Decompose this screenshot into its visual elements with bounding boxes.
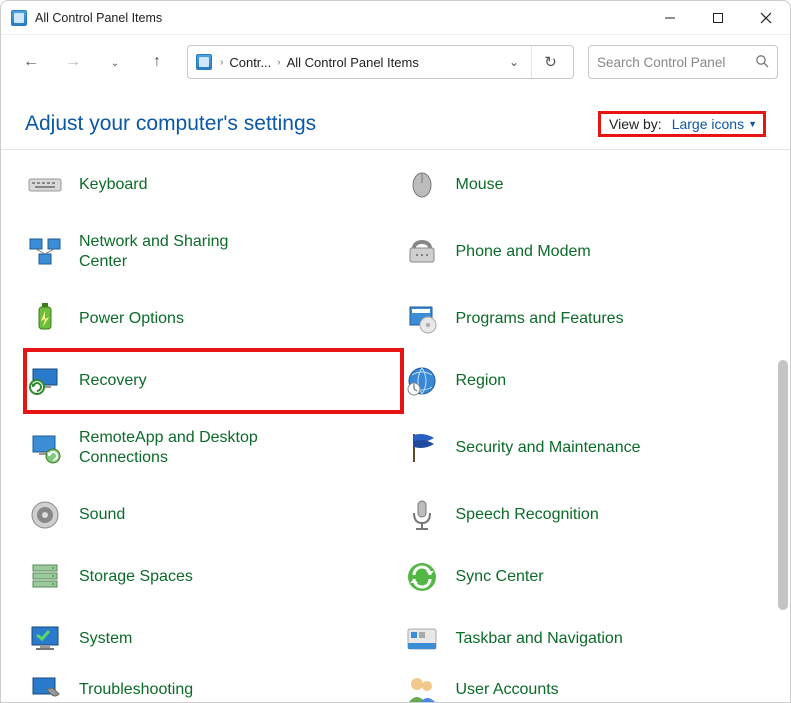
item-taskbar-navigation[interactable]: Taskbar and Navigation <box>402 608 779 670</box>
flag-icon <box>402 428 442 468</box>
close-button[interactable] <box>742 1 790 34</box>
content-area: Keyboard Mouse Network and Sharing Cente… <box>1 149 790 702</box>
programs-icon <box>402 299 442 339</box>
breadcrumb-segment[interactable]: Contr... <box>227 55 273 70</box>
item-label: User Accounts <box>456 680 559 700</box>
sound-icon <box>25 495 65 535</box>
items-grid: Keyboard Mouse Network and Sharing Cente… <box>1 150 790 702</box>
troubleshooting-icon <box>25 670 65 702</box>
remoteapp-icon <box>25 428 65 468</box>
microphone-icon <box>402 495 442 535</box>
item-label: Phone and Modem <box>456 242 591 262</box>
window-controls <box>646 1 790 34</box>
taskbar-icon <box>402 619 442 659</box>
search-input[interactable]: Search Control Panel <box>588 45 778 79</box>
navigation-toolbar: ← → ⌄ ↑ › Contr... › All Control Panel I… <box>1 35 790 89</box>
mouse-icon <box>402 165 442 205</box>
item-storage-spaces[interactable]: Storage Spaces <box>25 546 402 608</box>
chevron-right-icon[interactable]: › <box>216 57 227 68</box>
power-icon <box>25 299 65 339</box>
item-label: Speech Recognition <box>456 505 599 525</box>
refresh-button[interactable]: ↻ <box>531 46 569 78</box>
view-by-value-text: Large icons <box>672 116 744 132</box>
system-icon <box>25 619 65 659</box>
search-icon <box>755 54 769 71</box>
item-label: Power Options <box>79 309 184 329</box>
view-by-selector[interactable]: View by: Large icons ▼ <box>598 111 766 137</box>
phone-icon <box>402 232 442 272</box>
window-title: All Control Panel Items <box>35 11 162 25</box>
item-label: Security and Maintenance <box>456 438 641 458</box>
back-button[interactable]: ← <box>13 44 49 80</box>
up-button[interactable]: ↑ <box>139 44 175 80</box>
item-sound[interactable]: Sound <box>25 484 402 546</box>
item-label: Mouse <box>456 175 504 195</box>
network-icon <box>25 232 65 272</box>
address-bar[interactable]: › Contr... › All Control Panel Items ⌄ ↻ <box>187 45 574 79</box>
control-panel-icon <box>11 10 27 26</box>
region-icon <box>402 361 442 401</box>
user-accounts-icon <box>402 670 442 702</box>
forward-button[interactable]: → <box>55 44 91 80</box>
history-dropdown-button[interactable]: ⌄ <box>97 44 133 80</box>
search-placeholder: Search Control Panel <box>597 55 755 70</box>
address-dropdown-button[interactable]: ⌄ <box>501 55 527 69</box>
item-sync-center[interactable]: Sync Center <box>402 546 779 608</box>
item-keyboard[interactable]: Keyboard <box>25 154 402 216</box>
item-label: Storage Spaces <box>79 567 193 587</box>
item-speech-recognition[interactable]: Speech Recognition <box>402 484 779 546</box>
item-power-options[interactable]: Power Options <box>25 288 402 350</box>
keyboard-icon <box>25 165 65 205</box>
view-by-value[interactable]: Large icons ▼ <box>672 116 757 132</box>
item-label: Sync Center <box>456 567 544 587</box>
item-label: Recovery <box>79 371 147 391</box>
item-label: Sound <box>79 505 125 525</box>
window-titlebar: All Control Panel Items <box>1 1 790 35</box>
item-mouse[interactable]: Mouse <box>402 154 779 216</box>
item-region[interactable]: Region <box>402 350 779 412</box>
sync-icon <box>402 557 442 597</box>
item-label: Keyboard <box>79 175 148 195</box>
item-label: Network and Sharing Center <box>79 232 269 272</box>
item-troubleshooting[interactable]: Troubleshooting <box>25 670 402 702</box>
item-network-sharing[interactable]: Network and Sharing Center <box>25 216 402 288</box>
dropdown-icon: ▼ <box>748 119 757 129</box>
item-system[interactable]: System <box>25 608 402 670</box>
control-panel-icon <box>196 54 212 70</box>
item-label: System <box>79 629 132 649</box>
item-label: RemoteApp and Desktop Connections <box>79 428 299 468</box>
item-label: Programs and Features <box>456 309 624 329</box>
item-label: Taskbar and Navigation <box>456 629 623 649</box>
item-user-accounts[interactable]: User Accounts <box>402 670 779 702</box>
page-header: Adjust your computer's settings View by:… <box>1 89 790 149</box>
minimize-button[interactable] <box>646 1 694 34</box>
breadcrumb-segment[interactable]: All Control Panel Items <box>285 55 421 70</box>
chevron-right-icon[interactable]: › <box>273 57 284 68</box>
vertical-scrollbar[interactable] <box>778 360 788 610</box>
item-programs-features[interactable]: Programs and Features <box>402 288 779 350</box>
item-label: Troubleshooting <box>79 680 193 700</box>
recovery-icon <box>25 361 65 401</box>
item-recovery[interactable]: Recovery <box>25 350 402 412</box>
item-remoteapp[interactable]: RemoteApp and Desktop Connections <box>25 412 402 484</box>
page-title: Adjust your computer's settings <box>25 112 316 136</box>
item-security-maintenance[interactable]: Security and Maintenance <box>402 412 779 484</box>
view-by-label: View by: <box>609 116 662 132</box>
item-label: Region <box>456 371 507 391</box>
storage-icon <box>25 557 65 597</box>
maximize-button[interactable] <box>694 1 742 34</box>
item-phone-modem[interactable]: Phone and Modem <box>402 216 779 288</box>
